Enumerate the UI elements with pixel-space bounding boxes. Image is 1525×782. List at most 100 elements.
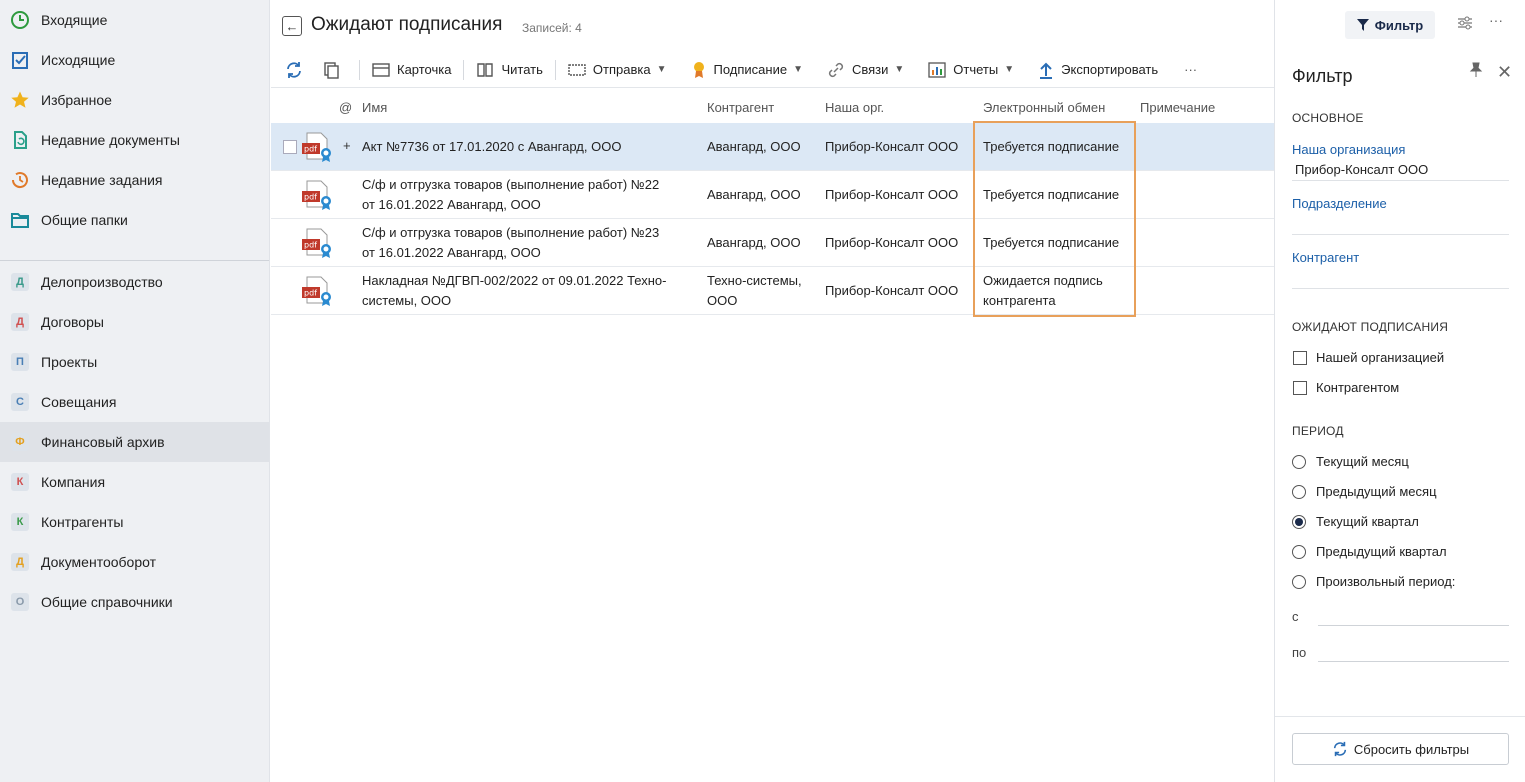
period-radio-current-quarter[interactable]: Текущий квартал: [1292, 514, 1419, 529]
column-header-at[interactable]: @: [339, 100, 352, 115]
chart-icon: [928, 61, 946, 78]
field-underline: [1292, 288, 1509, 289]
reset-filters-button[interactable]: Сбросить фильтры: [1292, 733, 1509, 765]
period-radio-custom[interactable]: Произвольный период:: [1292, 574, 1455, 589]
folder-icon: [10, 210, 30, 230]
page-title: Ожидают подписания: [311, 14, 503, 35]
refresh-button[interactable]: [279, 56, 316, 84]
period-radio-current-month[interactable]: Текущий месяц: [1292, 454, 1409, 469]
checkbox[interactable]: [1293, 380, 1307, 395]
outbox-icon: [10, 50, 30, 70]
row-name-line2: от 16.01.2022 Авангард, ООО: [362, 197, 541, 212]
back-button[interactable]: ←: [282, 16, 302, 36]
sidebar-module-contracts[interactable]: Д Договоры: [0, 302, 269, 342]
sidebar-divider: [0, 260, 269, 261]
radio[interactable]: [1292, 574, 1306, 589]
sidebar-module-records-management[interactable]: Д Делопроизводство: [0, 262, 269, 302]
radio-selected[interactable]: [1292, 514, 1306, 529]
column-header-our-org[interactable]: Наша орг.: [825, 100, 884, 115]
settings-sliders-icon[interactable]: [1457, 15, 1473, 34]
more-options-icon[interactable]: ···: [1489, 12, 1503, 28]
read-button[interactable]: Читать: [470, 56, 548, 84]
our-org-filter-value[interactable]: Прибор-Консалт ООО: [1295, 162, 1428, 177]
row-checkbox[interactable]: [283, 140, 297, 154]
sidebar-item-label: Финансовый архив: [41, 434, 165, 450]
date-from-input[interactable]: [1318, 625, 1509, 626]
module-letter-icon: Д: [11, 313, 29, 331]
by-counterparty-checkbox[interactable]: Контрагентом: [1293, 380, 1399, 395]
pdf-signed-icon: pdf: [301, 131, 335, 163]
section-main: ОСНОВНОЕ: [1292, 111, 1364, 125]
period-radio-previous-quarter[interactable]: Предыдущий квартал: [1292, 544, 1447, 559]
module-letter-icon: К: [11, 513, 29, 531]
radio-label: Текущий месяц: [1316, 454, 1409, 469]
sidebar-item-shared-folders[interactable]: Общие папки: [0, 200, 269, 240]
radio[interactable]: [1292, 454, 1306, 469]
row-exchange-status: Требуется подписание: [983, 139, 1120, 154]
row-exchange-status: Требуется подписание: [983, 187, 1120, 202]
clock-icon: [10, 10, 30, 30]
close-icon[interactable]: ✕: [1497, 62, 1512, 83]
sidebar-item-label: Документооборот: [41, 554, 157, 570]
sidebar-item-outbox[interactable]: Исходящие: [0, 40, 269, 80]
header: ← Ожидают подписания Записей: 4: [271, 0, 1274, 52]
read-button-label: Читать: [501, 62, 543, 77]
toolbar: Карточка Читать Отправка ▼ Подписание ▼ …: [271, 52, 1274, 88]
svg-text:pdf: pdf: [304, 193, 317, 202]
links-dropdown[interactable]: Связи ▼: [821, 56, 910, 84]
radio-label: Предыдущий месяц: [1316, 484, 1437, 499]
more-button[interactable]: ···: [1178, 56, 1203, 84]
table-row[interactable]: pdf Накладная №ДГВП-002/2022 от 09.01.20…: [271, 267, 1274, 315]
table-row[interactable]: pdf + Акт №7736 от 17.01.2020 с Авангард…: [271, 123, 1274, 171]
table-row[interactable]: pdf С/ф и отгрузка товаров (выполнение р…: [271, 219, 1274, 267]
sidebar-item-inbox[interactable]: Входящие: [0, 0, 269, 40]
pdf-signed-icon: pdf: [301, 227, 335, 259]
date-to-label: по: [1292, 645, 1307, 660]
column-header-note[interactable]: Примечание: [1140, 100, 1215, 115]
toolbar-divider: [359, 59, 360, 80]
row-counterparty: Авангард, ООО: [707, 139, 801, 154]
card-button[interactable]: Карточка: [366, 56, 457, 84]
sidebar-module-references[interactable]: О Общие справочники: [0, 582, 269, 622]
row-name-line2: от 16.01.2022 Авангард, ООО: [362, 245, 541, 260]
export-button[interactable]: Экспортировать: [1032, 56, 1164, 84]
row-counterparty: Авангард, ООО: [707, 187, 801, 202]
our-org-filter-label[interactable]: Наша организация: [1292, 142, 1405, 157]
row-our-org: Прибор-Консалт ООО: [825, 283, 959, 298]
row-name: С/ф и отгрузка товаров (выполнение работ…: [362, 177, 660, 192]
sidebar-item-favorites[interactable]: Избранное: [0, 80, 269, 120]
sidebar-module-company[interactable]: К Компания: [0, 462, 269, 502]
column-header-counterparty[interactable]: Контрагент: [707, 100, 774, 115]
row-name: Накладная №ДГВП-002/2022 от 09.01.2022 Т…: [362, 273, 667, 288]
pin-icon[interactable]: [1469, 62, 1483, 81]
counterparty-filter-label[interactable]: Контрагент: [1292, 250, 1359, 265]
table-row[interactable]: pdf С/ф и отгрузка товаров (выполнение р…: [271, 171, 1274, 219]
period-radio-previous-month[interactable]: Предыдущий месяц: [1292, 484, 1437, 499]
sidebar-item-recent-docs[interactable]: Недавние документы: [0, 120, 269, 160]
date-to-input[interactable]: [1318, 661, 1509, 662]
sign-dropdown[interactable]: Подписание ▼: [686, 56, 808, 84]
sidebar-module-projects[interactable]: П Проекты: [0, 342, 269, 382]
sidebar-module-financial-archive[interactable]: Ф Финансовый архив: [0, 422, 269, 462]
sidebar-module-meetings[interactable]: С Совещания: [0, 382, 269, 422]
department-filter-label[interactable]: Подразделение: [1292, 196, 1387, 211]
by-our-org-checkbox[interactable]: Нашей организацией: [1293, 350, 1444, 365]
funnel-icon: [1356, 19, 1369, 31]
column-header-exchange[interactable]: Электронный обмен: [983, 100, 1105, 115]
svg-text:pdf: pdf: [304, 241, 317, 250]
sidebar-module-counterparties[interactable]: К Контрагенты: [0, 502, 269, 542]
sidebar-module-document-flow[interactable]: Д Документооборот: [0, 542, 269, 582]
module-letter-icon: Д: [11, 553, 29, 571]
column-header-name[interactable]: Имя: [362, 100, 387, 115]
send-dropdown[interactable]: Отправка ▼: [562, 56, 673, 84]
reports-dropdown[interactable]: Отчеты ▼: [922, 56, 1020, 84]
chevron-down-icon: ▼: [793, 64, 803, 75]
copy-button[interactable]: [316, 56, 353, 84]
section-awaiting: ОЖИДАЮТ ПОДПИСАНИЯ: [1292, 320, 1449, 334]
expand-marker[interactable]: +: [343, 138, 351, 153]
radio[interactable]: [1292, 484, 1306, 499]
radio[interactable]: [1292, 544, 1306, 559]
filter-toggle-button[interactable]: Фильтр: [1345, 11, 1435, 39]
sidebar-item-recent-tasks[interactable]: Недавние задания: [0, 160, 269, 200]
checkbox[interactable]: [1293, 350, 1307, 365]
